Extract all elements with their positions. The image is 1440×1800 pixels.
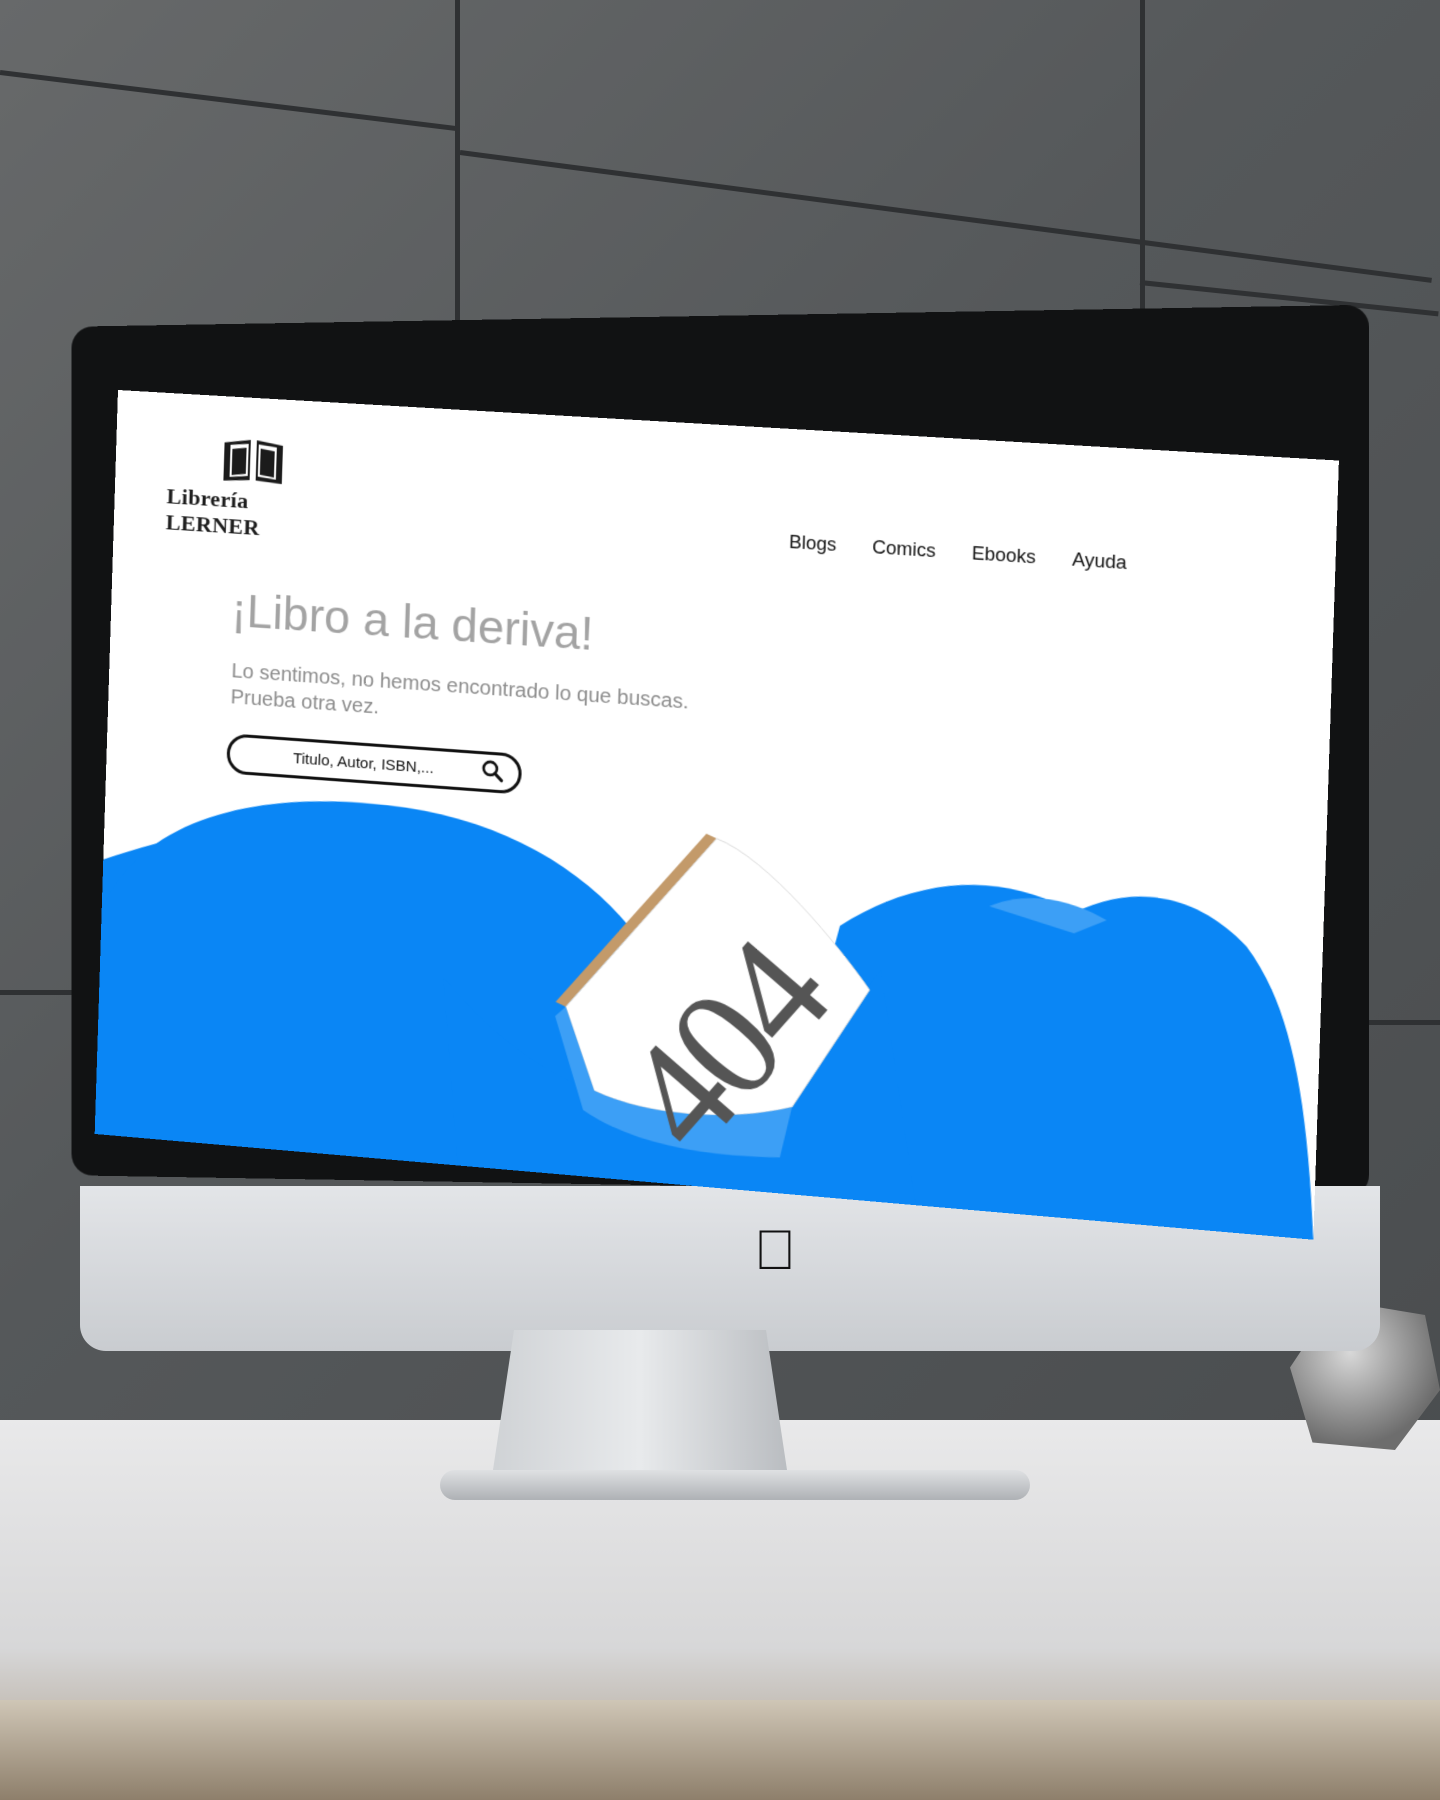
nav-link-blogs[interactable]: Blogs: [789, 532, 837, 556]
screen: 404 Librería LERNER Blogs Comics Ebooks …: [95, 390, 1339, 1240]
nav-link-comics[interactable]: Comics: [872, 537, 936, 563]
apple-logo-icon: : [750, 1222, 800, 1278]
search-input[interactable]: [250, 745, 478, 780]
open-book-icon: [219, 434, 287, 488]
wall-seam: [460, 150, 1432, 283]
magnifier-icon: [479, 757, 507, 785]
search-button[interactable]: [477, 756, 509, 789]
desk-edge: [0, 1700, 1440, 1800]
nav-link-ebooks[interactable]: Ebooks: [972, 543, 1037, 569]
monitor-stand-foot: [440, 1470, 1030, 1500]
monitor-stand: [490, 1330, 790, 1490]
site-logo[interactable]: Librería LERNER: [165, 431, 350, 547]
wall-seam: [0, 70, 457, 131]
wall-seam: [455, 0, 460, 340]
nav-link-ayuda[interactable]: Ayuda: [1072, 549, 1127, 574]
